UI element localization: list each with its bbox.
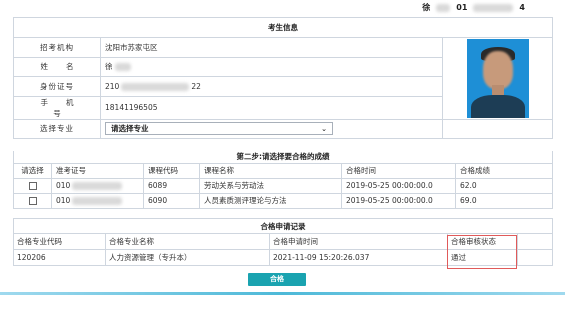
- candidate-photo: [466, 38, 529, 118]
- major-code: 120206: [13, 249, 106, 266]
- row-checkbox[interactable]: [28, 182, 37, 190]
- header-course-code: 课程代码: [143, 162, 200, 179]
- pass-time: 2019-05-25 00:00:00.0: [341, 192, 456, 209]
- label-exam-org: 招考机构: [13, 37, 101, 58]
- apply-time: 2021-11-09 15:20:26.037: [269, 249, 448, 266]
- masked-name-value: [114, 63, 131, 72]
- score: 62.0: [455, 177, 553, 194]
- table-row: 120206 人力资源管理（专升本） 2021-11-09 15:20:26.0…: [13, 249, 553, 266]
- bottom-divider: [0, 292, 565, 295]
- header-pass-time: 合格时间: [341, 162, 456, 179]
- major-select-value: 请选择专业: [111, 124, 149, 134]
- header-select: 请选择: [13, 162, 52, 179]
- value-phone: 18141196505: [100, 95, 443, 120]
- step2-title: 第二步:请选择要合格的成绩: [13, 151, 553, 164]
- header-apply-time: 合格申请时间: [269, 233, 448, 250]
- major-name: 人力资源管理（专升本）: [105, 249, 270, 266]
- value-exam-org: 沈阳市苏家屯区: [100, 37, 443, 58]
- pass-time: 2019-05-25 00:00:00.0: [341, 177, 456, 194]
- application-record-table: 合格申请记录 合格专业代码 合格专业名称 合格申请时间 合格审核状态 12020…: [13, 218, 553, 266]
- header-ticket: 准考证号: [51, 162, 144, 179]
- header-score: 合格成绩: [455, 162, 553, 179]
- table-row: 010 6089 劳动关系与劳动法 2019-05-25 00:00:00.0 …: [13, 177, 553, 194]
- label-phone: 手机号: [13, 95, 101, 120]
- course-code: 6090: [143, 192, 200, 209]
- header-major-code: 合格专业代码: [13, 233, 106, 250]
- score: 69.0: [455, 192, 553, 209]
- major-select-cell: 请选择专业 ⌄: [100, 118, 443, 139]
- label-select-major: 选择专业: [13, 118, 101, 139]
- table-row: 010 6090 人员素质测评理论与方法 2019-05-25 00:00:00…: [13, 192, 553, 209]
- candidate-info-table: 考生信息 招考机构 沈阳市苏家屯区 姓名 徐 身份证号 210 22 手机号 18…: [13, 17, 553, 139]
- ticket-number: 010: [51, 192, 144, 209]
- user-id-prefix: 01: [456, 3, 468, 12]
- user-info: 徐 01 4: [422, 2, 525, 13]
- chevron-down-icon: ⌄: [321, 124, 327, 133]
- application-title: 合格申请记录: [13, 218, 553, 234]
- passed-scores-table: 第二步:请选择要合格的成绩 请选择 准考证号 课程代码 课程名称 合格时间 合格…: [13, 151, 553, 209]
- masked-name: [436, 3, 451, 12]
- course-name: 劳动关系与劳动法: [199, 177, 342, 194]
- row-checkbox[interactable]: [28, 197, 37, 205]
- candidate-info-title: 考生信息: [13, 17, 553, 38]
- masked-ticket: [72, 197, 123, 205]
- label-name: 姓名: [13, 56, 101, 77]
- masked-id: [473, 3, 514, 12]
- masked-id-value: [121, 82, 190, 91]
- user-id-suffix: 4: [519, 3, 525, 12]
- value-name: 徐: [100, 56, 443, 77]
- course-name: 人员素质测评理论与方法: [199, 192, 342, 209]
- header-course-name: 课程名称: [199, 162, 342, 179]
- course-code: 6089: [143, 177, 200, 194]
- top-bar: 徐 01 4: [0, 0, 565, 13]
- value-id-number: 210 22: [100, 76, 443, 97]
- masked-ticket: [72, 182, 123, 190]
- photo-cell: [442, 37, 553, 120]
- label-id-number: 身份证号: [13, 76, 101, 97]
- header-review-status: 合格审核状态: [447, 233, 518, 250]
- header-major-name: 合格专业名称: [105, 233, 270, 250]
- user-name: 徐: [422, 3, 431, 12]
- pass-button[interactable]: 合格: [248, 273, 306, 286]
- review-status: 通过: [447, 249, 518, 266]
- ticket-number: 010: [51, 177, 144, 194]
- major-select[interactable]: 请选择专业 ⌄: [105, 122, 333, 136]
